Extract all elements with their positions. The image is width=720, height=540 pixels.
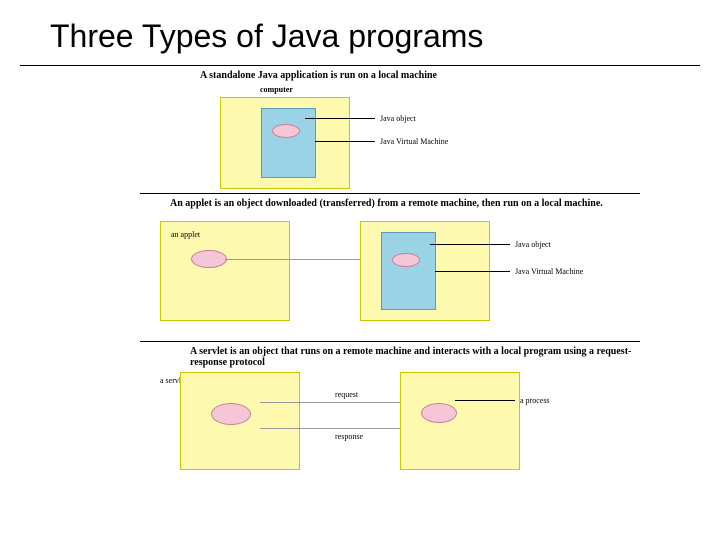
lead-jvm [315,141,375,142]
lead-java-object-2 [430,244,510,245]
applet-oval [191,250,227,268]
lead-jvm-2 [435,271,510,272]
java-object-label: Java object [380,114,416,123]
process-oval [421,403,457,423]
response-arrow [260,428,415,429]
java-object-label-2: Java object [515,240,551,249]
request-label: request [335,390,358,399]
diagram-content: A standalone Java application is run on … [20,66,700,526]
lead-process [455,400,515,401]
jvm-label: Java Virtual Machine [380,137,448,146]
local-jvm-box [381,232,436,310]
servlet-local-box [400,372,520,470]
section2-heading: An applet is an object downloaded (trans… [140,194,640,211]
response-label: response [335,432,363,441]
java-object-oval [272,124,300,138]
section1-heading: A standalone Java application is run on … [140,66,640,83]
local-java-object-oval [392,253,420,267]
servlet-remote-box [180,372,300,470]
lead-java-object [305,118,375,119]
remote-machine-box: an applet [160,221,290,321]
process-label: a process [520,396,550,405]
applet-label: an applet [171,230,200,239]
computer-label: computer [260,85,293,94]
request-arrow [260,402,415,403]
section-servlet: A servlet is an object that runs on a re… [140,342,640,482]
computer-box [220,97,350,189]
section-applet: An applet is an object downloaded (trans… [140,194,640,342]
section-standalone: A standalone Java application is run on … [140,66,640,194]
servlet-oval [211,403,251,425]
page-title: Three Types of Java programs [20,0,700,66]
section3-heading: A servlet is an object that runs on a re… [140,342,640,370]
jvm-label-2: Java Virtual Machine [515,267,583,276]
